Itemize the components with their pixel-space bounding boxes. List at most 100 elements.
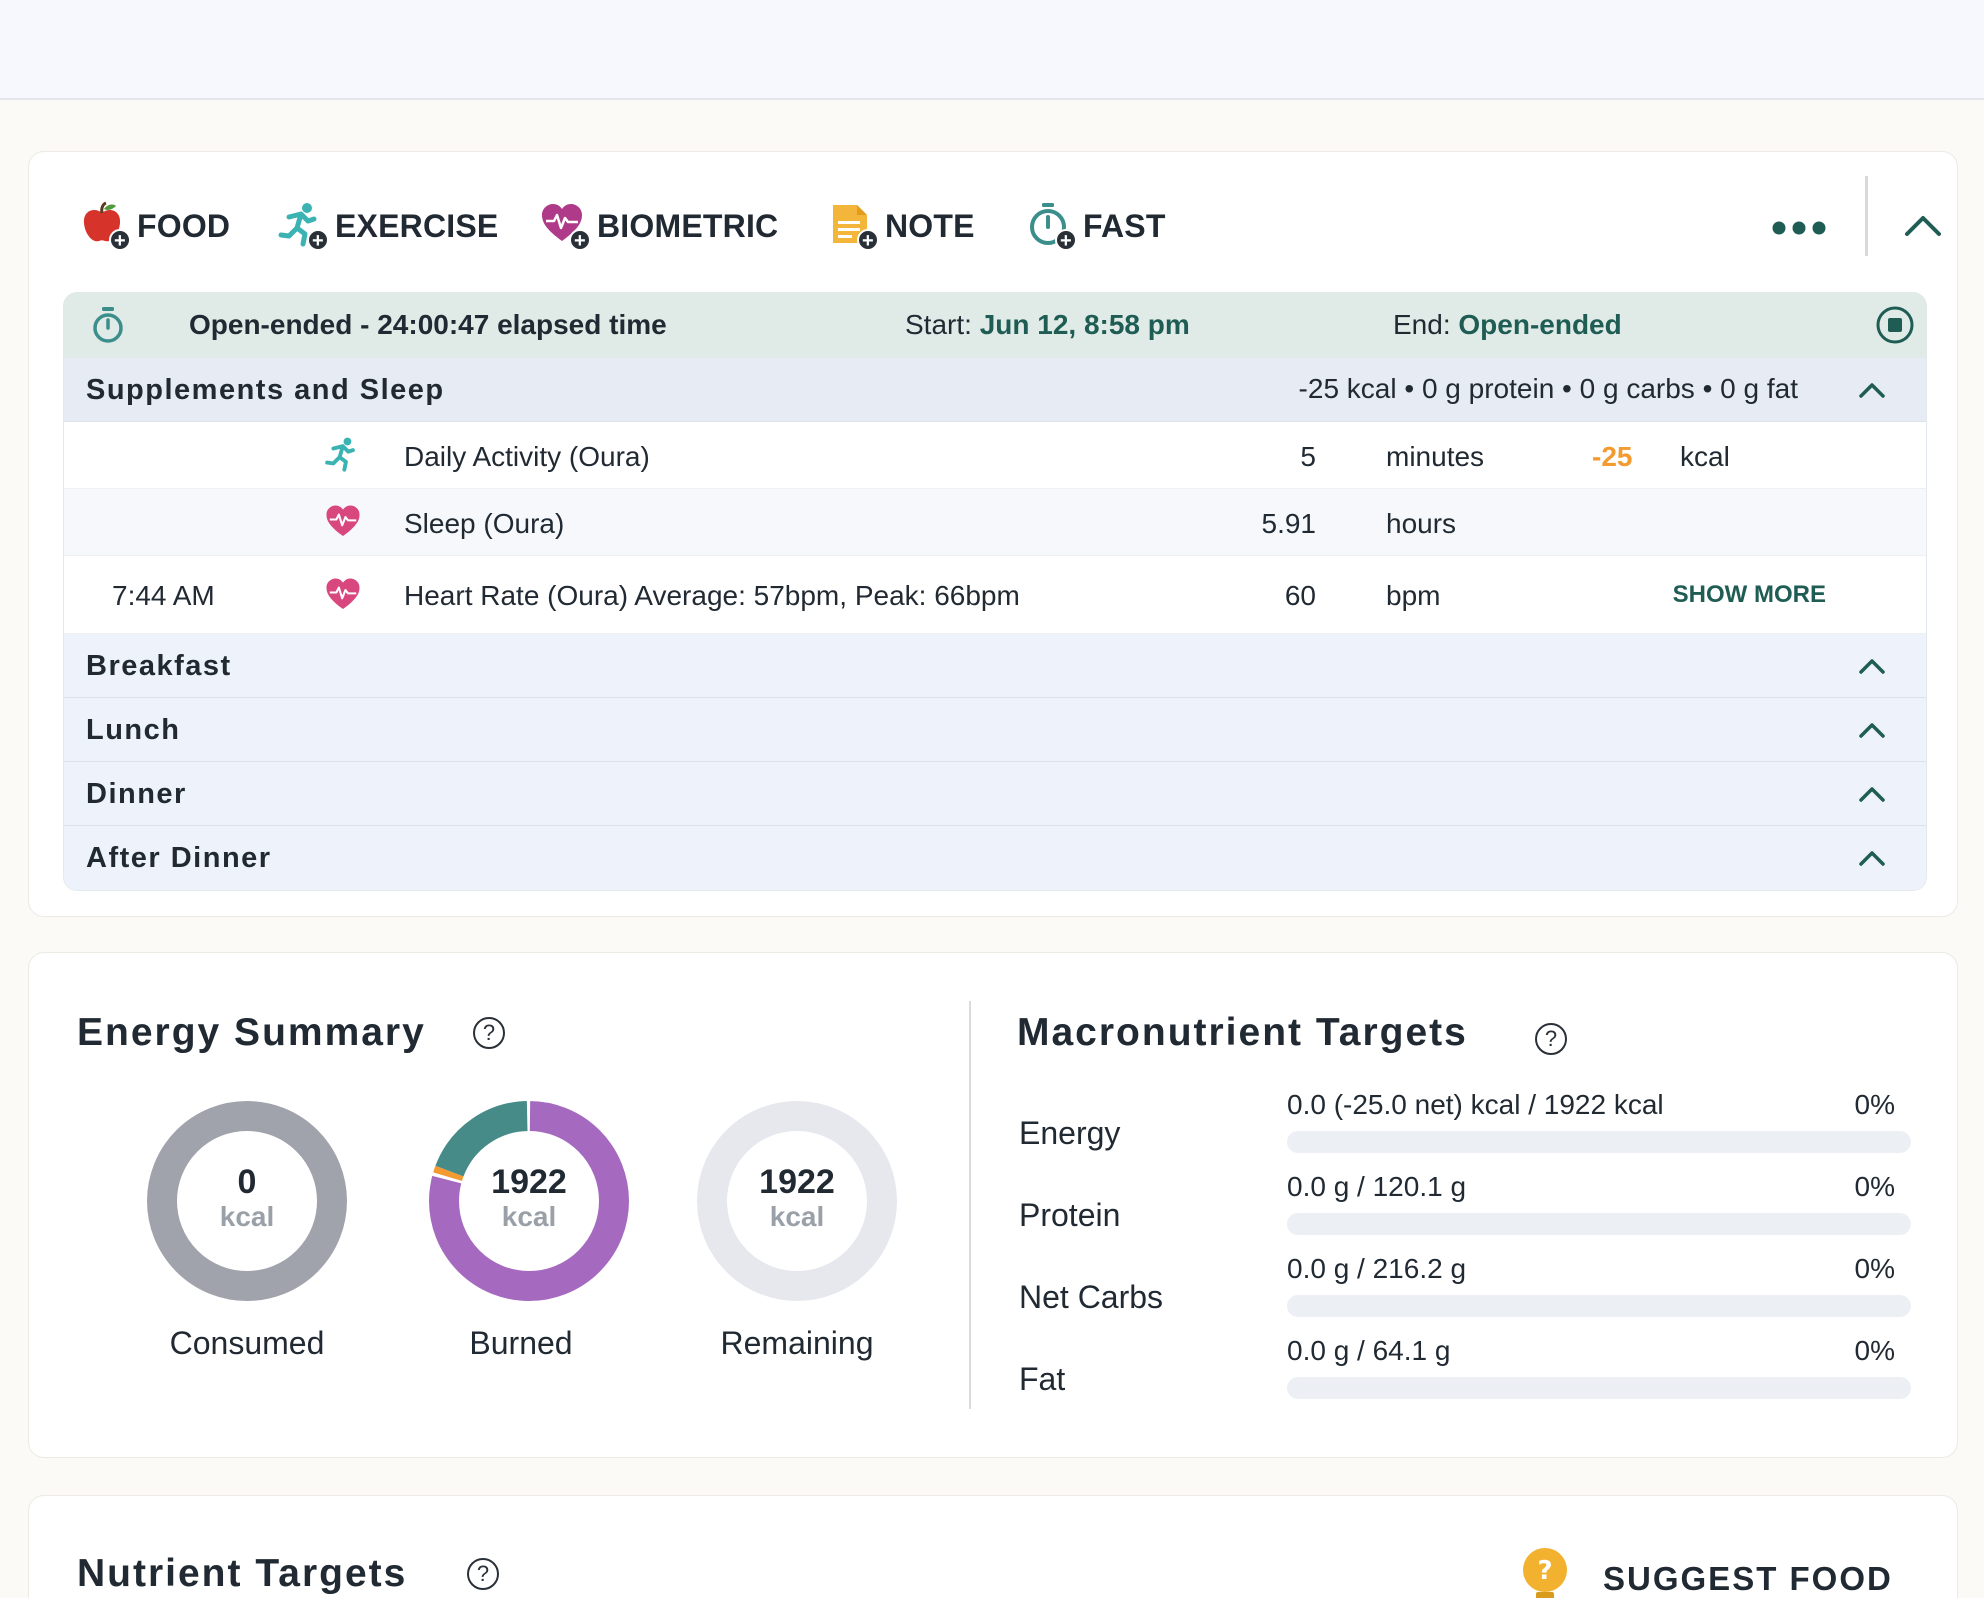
add-food-button[interactable]: + FOOD [79,196,230,256]
remaining-value: 1922 [759,1163,835,1201]
macro-percent: 0% [1854,1253,1895,1284]
chevron-up-icon [1905,216,1941,236]
add-exercise-button[interactable]: + EXERCISE [277,196,498,256]
chevron-up-icon[interactable] [1856,778,1888,818]
macro-progress-bar [1287,1213,1911,1235]
remaining-unit: kcal [769,1201,825,1232]
entry-name: Sleep (Oura) [404,508,565,539]
fast-end-value[interactable]: Open-ended [1458,309,1621,340]
remaining-ring[interactable]: 1922 kcal [697,1101,897,1301]
macro-progress-bar [1287,1131,1911,1153]
macro-name: Net Carbs [1019,1279,1164,1315]
add-biometric-button[interactable]: + BIOMETRIC [539,196,778,256]
burned-value: 1922 [491,1163,567,1201]
add-note-label: NOTE [885,207,975,244]
show-more-button[interactable]: SHOW MORE [1673,581,1826,609]
diary-card: + FOOD + EXERCISE + BIOMETRIC + NOTE + F… [28,151,1958,917]
group-name: Supplements and Sleep [86,374,445,406]
help-icon[interactable]: ? [1535,1023,1567,1055]
stop-fast-button[interactable] [1875,305,1915,352]
group-header-supplements-and-sleep[interactable]: Supplements and Sleep -25 kcal • 0 g pro… [64,358,1926,422]
chevron-up-icon[interactable] [1856,714,1888,754]
suggest-food-label: SUGGEST FOOD [1603,1559,1893,1597]
diary-entry-row[interactable]: 7:44 AM Heart Rate (Oura) Average: 57bpm… [64,556,1926,634]
macro-name: Protein [1019,1197,1121,1233]
energy-summary-title: Energy Summary [77,1011,426,1054]
macro-progress-bar [1287,1377,1911,1399]
macro-percent: 0% [1854,1171,1895,1202]
lightbulb-icon: ? [1521,1548,1569,1598]
running-icon: + [277,201,329,252]
ellipsis-icon [1772,221,1826,235]
macro-targets-title: Macronutrient Targets [1017,1011,1468,1054]
collapse-diary-button[interactable] [1893,196,1953,256]
group-name: Lunch [86,714,181,746]
group-name: After Dinner [86,842,272,874]
heart-pulse-icon: + [539,201,591,252]
macro-value-text: 0.0 (-25.0 net) kcal / 1922 kcal [1287,1089,1664,1120]
help-icon[interactable]: ? [467,1558,499,1590]
heart-pulse-icon [324,503,362,548]
remaining-label: Remaining [720,1325,874,1361]
diary-groups: Supplements and Sleep -25 kcal • 0 g pro… [63,358,1927,891]
toolbar-divider [1865,176,1868,256]
macro-row-protein[interactable]: Protein 0.0 g / 120.1 g 0% [1019,1171,1919,1241]
entry-quantity: 5 [1300,441,1316,472]
add-biometric-label: BIOMETRIC [597,207,779,244]
burned-unit: kcal [501,1201,557,1232]
macro-value-text: 0.0 g / 64.1 g [1287,1335,1451,1366]
group-header-lunch[interactable]: Lunch [64,698,1926,762]
chevron-up-icon[interactable] [1856,374,1888,414]
fast-end: End: Open-ended [1393,309,1622,341]
summary-card: Energy Summary ? 0 kcal Consumed 1922 kc… [28,952,1958,1458]
add-note-button[interactable]: + NOTE [827,196,975,256]
macro-name: Fat [1019,1361,1066,1397]
entry-name: Heart Rate (Oura) Average: 57bpm, Peak: … [404,580,1020,611]
help-icon[interactable]: ? [473,1017,505,1049]
nutrient-targets-card: Nutrient Targets ? ? SUGGEST FOOD [28,1495,1958,1598]
consumed-label: Consumed [169,1325,325,1361]
diary-entry-row[interactable]: Sleep (Oura) 5.91 hours [64,489,1926,556]
group-name: Dinner [86,778,187,810]
group-header-dinner[interactable]: Dinner [64,762,1926,826]
stop-icon [1876,306,1914,344]
burned-ring[interactable]: 1922 kcal [428,1100,630,1302]
fast-start-label: Start: [905,309,980,340]
macro-row-energy[interactable]: Energy 0.0 (-25.0 net) kcal / 1922 kcal … [1019,1089,1919,1159]
group-header-breakfast[interactable]: Breakfast [64,634,1926,698]
stopwatch-icon [89,306,127,351]
macro-value-text: 0.0 g / 120.1 g [1287,1171,1467,1202]
note-icon: + [827,201,879,252]
macro-percent: 0% [1854,1089,1895,1120]
add-fast-button[interactable]: + FAST [1025,196,1166,256]
entry-quantity: 5.91 [1261,508,1317,539]
entry-unit: minutes [1386,441,1485,472]
macro-row-net-carbs[interactable]: Net Carbs 0.0 g / 216.2 g 0% [1019,1253,1919,1323]
suggest-food-button[interactable]: ? SUGGEST FOOD [1521,1548,1893,1598]
chevron-up-icon[interactable] [1856,650,1888,690]
group-header-after-dinner[interactable]: After Dinner [64,826,1926,890]
macro-progress-bar [1287,1295,1911,1317]
consumed-value: 0 [237,1163,257,1201]
add-entry-toolbar: + FOOD + EXERCISE + BIOMETRIC + NOTE + F… [29,152,1957,282]
diary-entry-row[interactable]: Daily Activity (Oura) 5 minutes -25 kcal [64,422,1926,489]
entry-name: Daily Activity (Oura) [404,441,650,472]
chevron-up-icon[interactable] [1856,842,1888,882]
entry-quantity: 60 [1284,580,1316,611]
macro-row-fat[interactable]: Fat 0.0 g / 64.1 g 0% [1019,1335,1919,1405]
nutrient-targets-title: Nutrient Targets [77,1552,408,1595]
fast-start: Start: Jun 12, 8:58 pm [905,309,1190,341]
apple-icon: + [79,201,131,252]
consumed-unit: kcal [219,1201,275,1232]
active-fast-bar: Open-ended - 24:00:47 elapsed time Start… [63,292,1927,358]
fast-start-value[interactable]: Jun 12, 8:58 pm [980,309,1190,340]
stopwatch-icon: + [1025,201,1077,252]
consumed-ring[interactable]: 0 kcal [147,1101,347,1301]
group-name: Breakfast [86,650,232,682]
top-bar [0,0,1984,100]
entry-unit: bpm [1386,580,1441,611]
group-summary: -25 kcal • 0 g protein • 0 g carbs • 0 g… [1298,373,1798,404]
macro-name: Energy [1019,1115,1121,1151]
fast-end-label: End: [1393,309,1459,340]
more-options-button[interactable] [1769,208,1829,248]
